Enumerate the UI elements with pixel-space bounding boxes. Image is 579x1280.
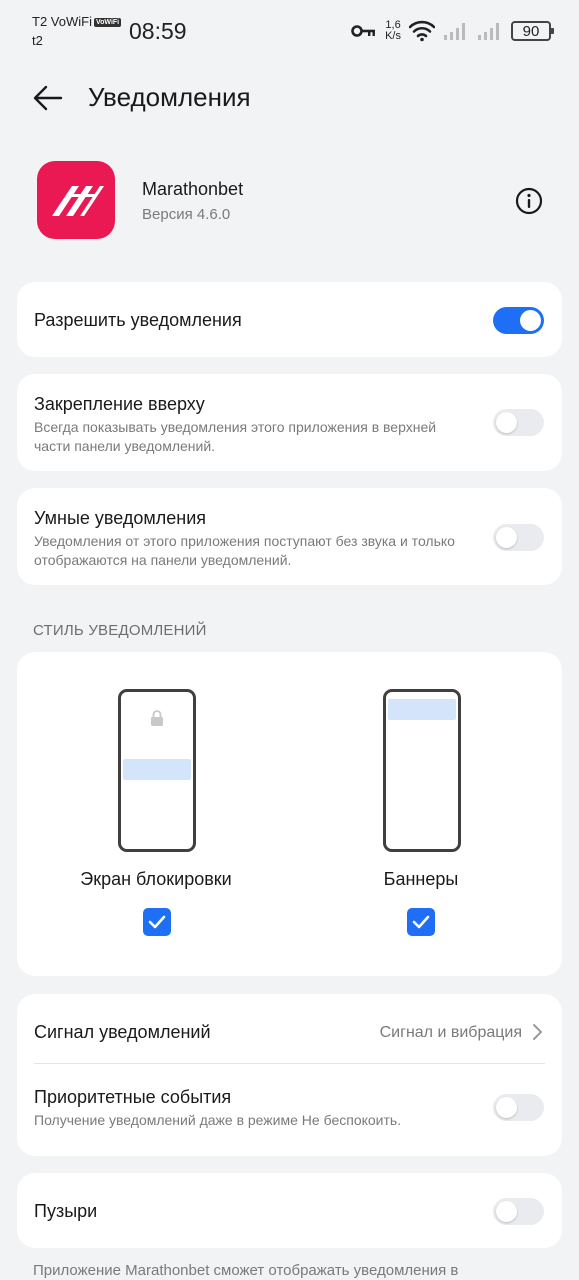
allow-notifications-label: Разрешить уведомления [34,310,242,330]
bubbles-card: Пузыри [17,1173,562,1248]
checkmark-icon [412,915,430,929]
clock: 08:59 [129,18,187,44]
divider [34,1063,545,1064]
section-label-notification-style: СТИЛЬ УВЕДОМЛЕНИЙ [33,622,207,639]
toggle-knob [496,527,517,548]
checkmark-icon [148,915,166,929]
marathonbet-logo-icon [52,186,104,216]
status-icons: 1,6 K/s 90 [351,18,554,44]
pin-top-toggle[interactable] [493,409,544,436]
back-button[interactable] [30,80,66,116]
lock-screen-preview [118,689,196,852]
carrier-secondary: t2 [32,33,43,48]
smart-notifications-card: Умные уведомления Уведомления от этого п… [17,488,562,585]
allow-notifications-toggle[interactable] [493,307,544,334]
lock-icon [151,710,163,726]
allow-notifications-card: Разрешить уведомления [17,282,562,357]
wifi-icon [409,20,435,42]
signal-value: Сигнал и вибрация [379,1024,522,1041]
info-icon [515,187,543,215]
app-icon [37,161,115,239]
banner-preview-bar [388,699,456,720]
signal-priority-card: Сигнал уведомлений Сигнал и вибрация При… [17,994,562,1156]
bubbles-label: Пузыри [34,1201,98,1221]
status-bar: T2 VoWiFi VoWiFi t2 08:59 1,6 K/s 90 [0,0,579,56]
vowifi-badge: VoWiFi [93,18,122,27]
page-title: Уведомления [88,82,251,112]
toggle-knob [496,412,517,433]
app-info-button[interactable] [515,187,543,215]
priority-toggle[interactable] [493,1094,544,1121]
priority-label: Приоритетные события [34,1087,232,1107]
pin-top-card: Закрепление вверху Всегда показывать уве… [17,374,562,471]
bubbles-footer-text: Приложение Marathonbet сможет отображать… [33,1262,459,1279]
smart-notifications-description: Уведомления от этого приложения поступаю… [34,533,455,568]
banners-checkbox[interactable] [407,908,435,936]
pin-top-label: Закрепление вверху [34,394,205,414]
priority-description: Получение уведомлений даже в режиме Не б… [34,1112,402,1128]
toggle-knob [496,1097,517,1118]
bubbles-toggle[interactable] [493,1198,544,1225]
speed-unit: K/s [385,30,401,42]
app-name: Marathonbet [142,179,244,199]
battery-indicator: 90 [511,21,554,41]
toggle-knob [520,310,541,331]
banners-preview [383,689,461,852]
banners-label: Баннеры [383,869,459,889]
notification-style-card: Экран блокировки Баннеры [17,652,562,976]
app-version: Версия 4.6.0 [142,206,231,223]
signal-icon-sim2 [478,23,499,40]
signal-icon-sim1 [444,23,465,40]
chevron-right-icon [533,1024,542,1040]
battery-level: 90 [522,22,540,40]
notification-preview-bar [123,759,191,780]
key-icon [351,25,376,37]
carrier-name: T2 VoWiFi [32,14,92,29]
smart-notifications-label: Умные уведомления [34,508,207,528]
lock-screen-checkbox[interactable] [143,908,171,936]
lock-screen-label: Экран блокировки [80,869,232,889]
back-arrow-icon [33,85,63,111]
pin-top-description: Всегда показывать уведомления этого прил… [34,419,437,454]
signal-label: Сигнал уведомлений [34,1022,211,1042]
smart-notifications-toggle[interactable] [493,524,544,551]
network-speed: 1,6 K/s [385,20,401,42]
carrier-primary: T2 VoWiFi VoWiFi [32,14,122,29]
toggle-knob [496,1201,517,1222]
